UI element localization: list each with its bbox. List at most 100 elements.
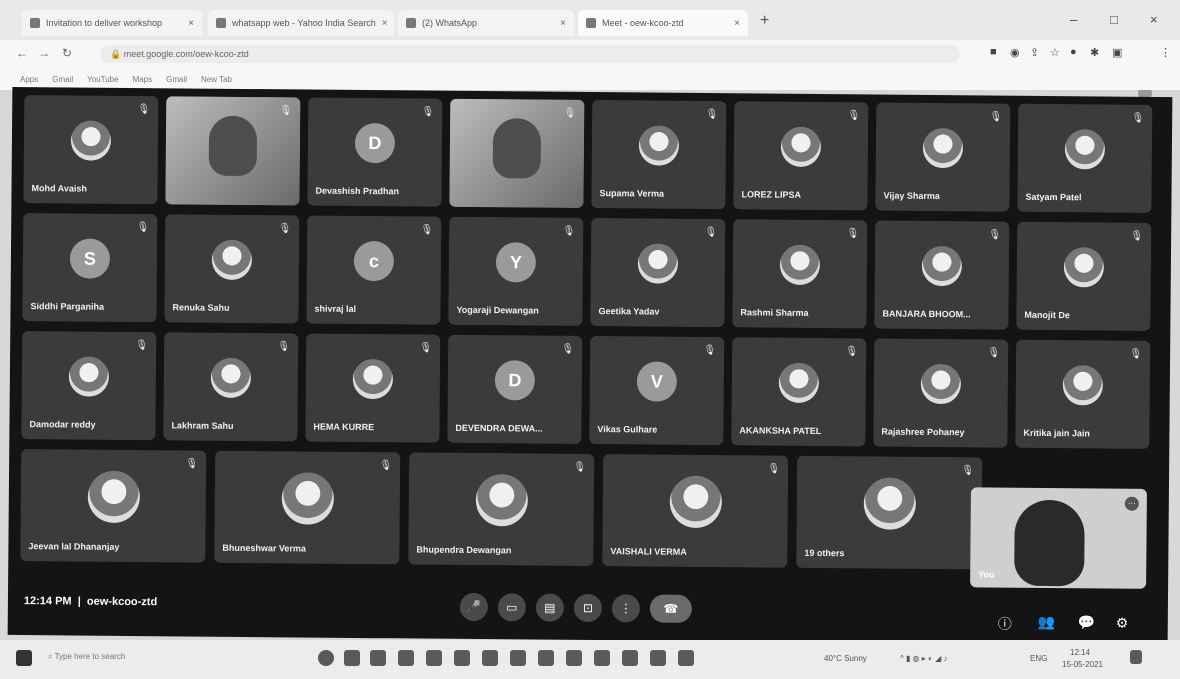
maximize-icon[interactable]: □ — [1110, 12, 1118, 27]
muted-mic-icon: 🎙 — [767, 463, 781, 475]
present-button[interactable]: ⊡ — [573, 593, 603, 623]
share-icon[interactable]: ⇪ — [1030, 46, 1039, 59]
muted-mic-icon: 🎙 — [705, 108, 719, 121]
file-explorer-icon[interactable] — [398, 650, 414, 666]
tab-meet[interactable]: Meet - oew-kcoo-ztd × — [578, 10, 748, 36]
tab-whatsapp[interactable]: (2) WhatsApp × — [398, 10, 574, 36]
task-view-icon[interactable] — [344, 650, 360, 666]
app-icon-6[interactable] — [678, 650, 694, 666]
participant-avatar: Y — [495, 242, 537, 283]
app-icon-3[interactable] — [594, 650, 610, 666]
participant-tile[interactable]: 🎙 Manojit De — [1016, 221, 1152, 331]
tab-whatsapp-search[interactable]: whatsapp web - Yahoo India Search × — [208, 10, 394, 36]
info-icon[interactable]: ⓘ — [998, 614, 1012, 634]
bookmark-gmail[interactable]: Gmail — [52, 75, 73, 84]
bookmark-new-tab[interactable]: New Tab — [201, 75, 232, 84]
participant-tile[interactable]: 🎙 — [165, 96, 301, 206]
word-icon[interactable] — [454, 650, 470, 666]
activities-icon[interactable]: ⚙ — [1116, 615, 1129, 632]
camera-icon[interactable]: ■ — [990, 46, 997, 58]
participant-avatar: V — [636, 361, 678, 403]
participant-tile[interactable]: S 🎙 Siddhi Parganiha — [22, 213, 158, 323]
camera-button[interactable]: ▭ — [497, 593, 527, 622]
participant-tile[interactable]: D 🎙 DEVENDRA DEWA... — [447, 334, 583, 444]
powerpoint-icon[interactable] — [510, 650, 526, 666]
star-icon[interactable]: ☆ — [1050, 46, 1060, 59]
weather-widget[interactable]: 40°C Sunny — [824, 654, 867, 663]
minimize-icon[interactable]: – — [1070, 12, 1077, 27]
participant-tile[interactable]: 🎙 — [449, 98, 585, 208]
captions-button[interactable]: ▤ — [535, 593, 565, 622]
close-icon[interactable]: × — [734, 18, 740, 29]
participant-tile[interactable]: V 🎙 Vikas Gulhare — [589, 336, 725, 446]
hang-up-icon: ☎ — [663, 601, 679, 616]
app-icon-1[interactable] — [538, 650, 554, 666]
participant-tile[interactable]: 🎙 Kritika jain Jain — [1015, 339, 1151, 449]
app-icon-4[interactable] — [622, 650, 638, 666]
windows-start-icon[interactable] — [16, 650, 32, 666]
app-icon-2[interactable] — [566, 650, 582, 666]
participant-tile[interactable]: 🎙 Bhuneshwar Verma — [214, 450, 401, 565]
participant-avatar: c — [353, 241, 395, 282]
participant-avatar — [87, 470, 140, 524]
reload-icon[interactable]: ↻ — [62, 46, 72, 60]
bookmark-maps[interactable]: Maps — [133, 75, 153, 84]
taskbar-search[interactable]: ⌕ Type here to search — [48, 652, 125, 662]
url-field[interactable]: 🔒 meet.google.com/oew-kcoo-ztd — [100, 45, 960, 63]
back-icon[interactable]: ← — [16, 46, 28, 60]
cortana-icon[interactable] — [318, 650, 334, 666]
participant-tile[interactable]: 🎙 Rajashree Pohaney — [873, 338, 1009, 448]
participant-tile[interactable]: 🎙 AKANKSHA PATEL — [731, 337, 867, 447]
record-icon[interactable]: ● — [1070, 46, 1077, 58]
leave-call-button[interactable]: ☎ — [649, 594, 693, 623]
participant-tile[interactable]: 🎙 HEMA KURRE — [305, 333, 441, 443]
people-icon[interactable]: 👥 — [1038, 614, 1056, 631]
participant-tile[interactable]: 🎙 Mohd Avaish — [23, 95, 159, 205]
participant-tile[interactable]: 🎙 Bhupendra Dewangan — [408, 452, 595, 567]
close-icon[interactable]: × — [382, 18, 388, 29]
participant-tile[interactable]: 🎙 Rashmi Sharma — [732, 219, 868, 329]
participant-tile[interactable]: 🎙 VAISHALI VERMA — [602, 454, 789, 568]
participant-tile[interactable]: 🎙 Damodar reddy — [21, 331, 157, 441]
bookmark-youtube[interactable]: YouTube — [87, 75, 118, 84]
participant-tile[interactable]: 🎙 Supama Verma — [591, 100, 727, 210]
chrome-icon[interactable] — [370, 650, 386, 666]
close-icon[interactable]: × — [560, 18, 566, 29]
more-options-button[interactable]: ⋮ — [611, 594, 641, 623]
excel-icon[interactable] — [482, 650, 498, 666]
participant-tile[interactable]: 🎙 BANJARA BHOOM... — [874, 220, 1010, 330]
clock-date: 15-05-2021 — [1062, 660, 1103, 669]
muted-mic-icon: 🎙 — [137, 104, 151, 116]
participant-tile[interactable]: 🎙 Lakhram Sahu — [163, 332, 299, 442]
participant-tile[interactable]: 🎙 LOREZ LIPSA — [733, 101, 869, 211]
tray-icons[interactable]: ^ ▮ ◍ ▸ ◐ ◢ ♪ — [900, 654, 947, 663]
participant-tile[interactable]: c 🎙 shivraj lal — [306, 215, 442, 325]
mic-button[interactable]: 🎤 — [459, 592, 489, 622]
forward-icon[interactable]: → — [38, 46, 50, 60]
participant-tile[interactable]: 🎙 Geetika Yadav — [590, 218, 726, 328]
zoom-icon[interactable]: ◉ — [1010, 46, 1020, 59]
bookmark-gmail-2[interactable]: Gmail — [166, 75, 187, 84]
app-icon-5[interactable] — [650, 650, 666, 666]
notifications-icon[interactable] — [1130, 650, 1142, 664]
reading-list-icon[interactable]: ▣ — [1112, 46, 1122, 59]
participant-tile[interactable]: 🎙 19 others — [796, 455, 983, 570]
extensions-icon[interactable]: ✱ — [1090, 46, 1099, 59]
participant-tile[interactable]: 🎙 Jeevan lal Dhananjay — [20, 449, 207, 563]
menu-icon[interactable]: ⋮ — [1160, 46, 1171, 59]
new-tab-icon[interactable]: + — [760, 12, 769, 30]
participant-tile[interactable]: Y 🎙 Yogaraji Dewangan — [448, 216, 584, 326]
language-indicator[interactable]: ENG — [1030, 654, 1047, 663]
participant-tile[interactable]: 🎙 Renuka Sahu — [164, 214, 300, 324]
self-view-tile[interactable]: ⋯ You — [970, 487, 1147, 589]
participant-tile[interactable]: 🎙 Satyam Patel — [1017, 103, 1153, 213]
close-window-icon[interactable]: × — [1150, 12, 1158, 27]
participant-tile[interactable]: D 🎙 Devashish Pradhan — [307, 97, 443, 207]
close-icon[interactable]: × — [188, 18, 194, 29]
tab-invitation[interactable]: Invitation to deliver workshop × — [22, 10, 202, 36]
chat-icon[interactable]: 💬 — [1078, 614, 1096, 631]
mail-icon — [30, 18, 40, 28]
store-icon[interactable] — [426, 650, 442, 666]
bookmark-apps[interactable]: Apps — [20, 75, 38, 84]
participant-tile[interactable]: 🎙 Vijay Sharma — [875, 102, 1011, 212]
